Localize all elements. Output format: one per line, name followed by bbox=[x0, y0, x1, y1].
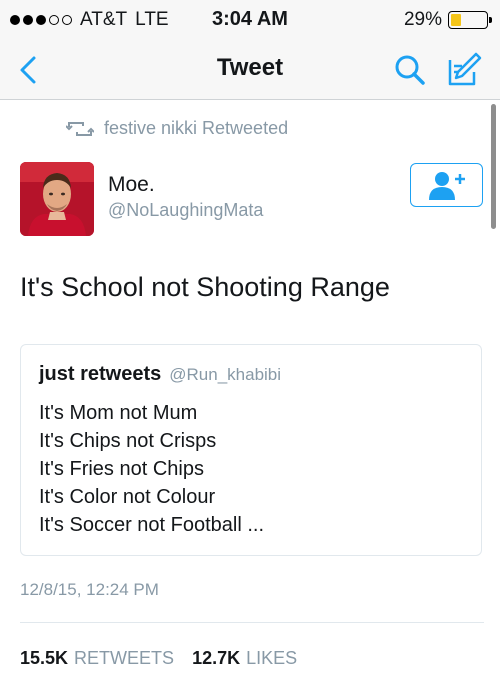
add-user-icon bbox=[428, 172, 465, 200]
quoted-tweet[interactable]: just retweets @Run_khabibi It's Mom not … bbox=[20, 344, 482, 556]
tweet-text: It's School not Shooting Range bbox=[20, 272, 390, 302]
avatar[interactable] bbox=[20, 162, 94, 236]
quoted-tweet-line: It's Chips not Crisps bbox=[39, 430, 217, 452]
quoted-tweet-line: It's Color not Colour bbox=[39, 486, 216, 508]
scroll-indicator[interactable] bbox=[491, 104, 496, 229]
retweets-stat[interactable]: 15.5K RETWEETS bbox=[20, 648, 174, 669]
quoted-tweet-header: just retweets @Run_khabibi bbox=[39, 363, 281, 386]
compose-icon bbox=[448, 52, 482, 86]
likes-stat[interactable]: 12.7K LIKES bbox=[192, 648, 297, 669]
quoted-tweet-line: It's Fries not Chips bbox=[39, 458, 204, 480]
battery-icon bbox=[448, 11, 492, 29]
likes-label: LIKES bbox=[246, 648, 298, 668]
follow-button[interactable] bbox=[410, 163, 483, 207]
compose-button[interactable] bbox=[444, 50, 484, 90]
tweet-stats: 15.5K RETWEETS 12.7K LIKES bbox=[20, 648, 297, 669]
divider bbox=[20, 622, 484, 623]
retweets-label: RETWEETS bbox=[74, 648, 175, 668]
retweets-count: 15.5K bbox=[20, 648, 69, 668]
tweet-timestamp: 12/8/15, 12:24 PM bbox=[20, 580, 159, 599]
retweet-icon bbox=[66, 121, 94, 136]
battery-info: 29% bbox=[403, 9, 492, 31]
retweeted-by-label: festive nikki Retweeted bbox=[104, 118, 289, 138]
quoted-tweet-body: It's Mom not Mum It's Chips not Crisps I… bbox=[39, 399, 264, 539]
user-handle[interactable]: @NoLaughingMata bbox=[108, 200, 263, 221]
nav-bar: Tweet bbox=[0, 40, 500, 100]
user-display-name[interactable]: Moe. bbox=[108, 173, 155, 197]
retweeted-by[interactable]: festive nikki Retweeted bbox=[66, 118, 288, 139]
likes-count: 12.7K bbox=[192, 648, 241, 668]
battery-percent: 29% bbox=[403, 9, 442, 30]
quoted-user-handle: @Run_khabibi bbox=[169, 365, 282, 384]
profile-photo bbox=[20, 162, 94, 236]
quoted-tweet-line: It's Mom not Mum bbox=[39, 402, 198, 424]
status-bar: AT&T LTE 3:04 AM 29% bbox=[0, 0, 500, 40]
search-button[interactable] bbox=[392, 52, 428, 88]
quoted-tweet-line: It's Soccer not Football ... bbox=[39, 514, 265, 536]
quoted-user-name: just retweets bbox=[39, 363, 162, 385]
search-icon bbox=[395, 55, 425, 85]
